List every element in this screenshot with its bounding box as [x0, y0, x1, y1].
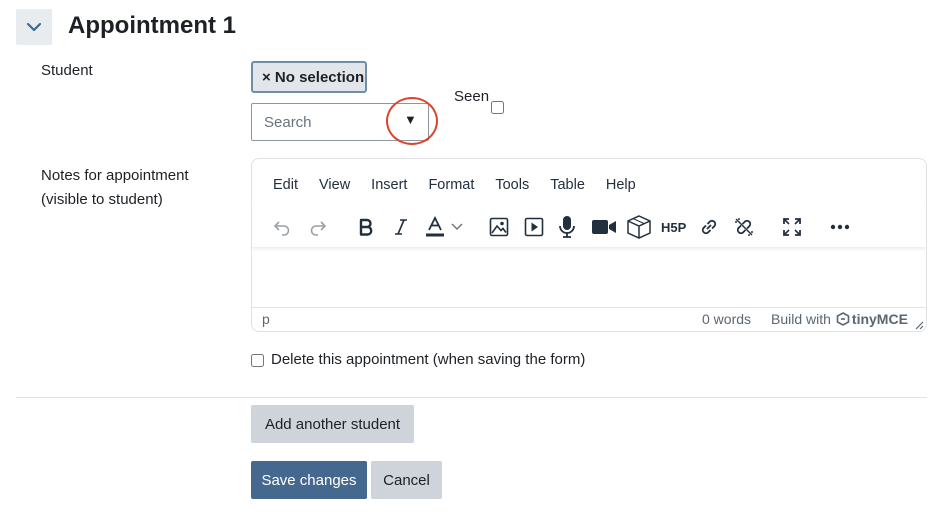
student-label: Student: [41, 62, 93, 79]
add-another-student-button[interactable]: Add another student: [251, 405, 414, 443]
cancel-button[interactable]: Cancel: [371, 461, 442, 499]
italic-button[interactable]: [387, 213, 415, 241]
editor-content-area[interactable]: [252, 249, 926, 305]
microphone-icon: [559, 216, 575, 238]
image-button[interactable]: [485, 213, 513, 241]
bold-icon: [359, 218, 373, 236]
unlink-button[interactable]: [730, 213, 758, 241]
record-audio-button[interactable]: [553, 213, 581, 241]
form-divider: [16, 397, 927, 398]
notes-label: Notes for appointment (visible to studen…: [41, 164, 189, 212]
chevron-down-icon: [451, 223, 463, 230]
svg-text:H5P: H5P: [661, 220, 687, 235]
link-icon: [701, 219, 717, 235]
menu-view[interactable]: View: [319, 173, 350, 197]
word-count[interactable]: 0 words: [702, 311, 751, 327]
menu-tools[interactable]: Tools: [495, 173, 529, 197]
menu-insert[interactable]: Insert: [371, 173, 407, 197]
chevron-down-icon: [26, 22, 42, 32]
tinymce-brand-text: tinyMCE: [851, 311, 908, 327]
editor-menubar: Edit View Insert Format Tools Table Help: [252, 173, 636, 197]
more-button[interactable]: [826, 213, 854, 241]
undo-icon: [273, 221, 290, 236]
editor-toolbar: H5P: [252, 207, 926, 247]
text-color-icon: [426, 216, 444, 237]
text-color-dropdown[interactable]: [448, 213, 466, 241]
seen-checkbox[interactable]: [491, 101, 504, 114]
h5p-icon: H5P: [661, 220, 687, 235]
bold-button[interactable]: [352, 213, 380, 241]
menu-edit[interactable]: Edit: [273, 173, 298, 197]
fullscreen-icon: [783, 218, 801, 236]
delete-appointment-label[interactable]: Delete this appointment (when saving the…: [271, 348, 585, 372]
seen-label: Seen: [454, 88, 490, 105]
editor-statusbar: p 0 words Build with tinyMCE: [252, 307, 926, 331]
tinymce-branding[interactable]: Build with tinyMCE: [771, 311, 908, 327]
unlink-icon: [735, 218, 753, 236]
resize-handle-icon[interactable]: [914, 320, 924, 330]
highlight-circle: [386, 97, 438, 145]
menu-format[interactable]: Format: [428, 173, 474, 197]
more-icon: [830, 224, 850, 230]
notes-label-line1: Notes for appointment: [41, 167, 189, 184]
student-search-input[interactable]: [252, 104, 394, 140]
text-color-button[interactable]: [421, 213, 449, 241]
link-button[interactable]: [695, 213, 723, 241]
tinymce-logo-icon: [836, 312, 850, 326]
image-icon: [489, 217, 509, 237]
menu-help[interactable]: Help: [606, 173, 636, 197]
element-path[interactable]: p: [262, 311, 270, 327]
fullscreen-button[interactable]: [778, 213, 806, 241]
record-video-button[interactable]: [590, 213, 618, 241]
no-selection-chip[interactable]: × No selection: [251, 61, 367, 93]
redo-button[interactable]: [304, 213, 332, 241]
undo-button[interactable]: [268, 213, 296, 241]
3d-content-button[interactable]: [625, 213, 653, 241]
media-icon: [524, 217, 544, 237]
section-title: Appointment 1: [68, 12, 236, 39]
media-button[interactable]: [520, 213, 548, 241]
collapse-section-button[interactable]: [16, 9, 52, 45]
redo-icon: [310, 221, 327, 236]
3d-box-icon: [627, 215, 651, 239]
rich-text-editor: Edit View Insert Format Tools Table Help: [251, 158, 927, 332]
delete-appointment-checkbox[interactable]: [251, 354, 264, 367]
menu-table[interactable]: Table: [550, 173, 585, 197]
italic-icon: [395, 219, 407, 235]
build-with-label: Build with: [771, 311, 831, 327]
video-camera-icon: [592, 220, 616, 234]
notes-label-line2: (visible to student): [41, 191, 163, 208]
h5p-button[interactable]: H5P: [660, 213, 690, 241]
save-changes-button[interactable]: Save changes: [251, 461, 367, 499]
